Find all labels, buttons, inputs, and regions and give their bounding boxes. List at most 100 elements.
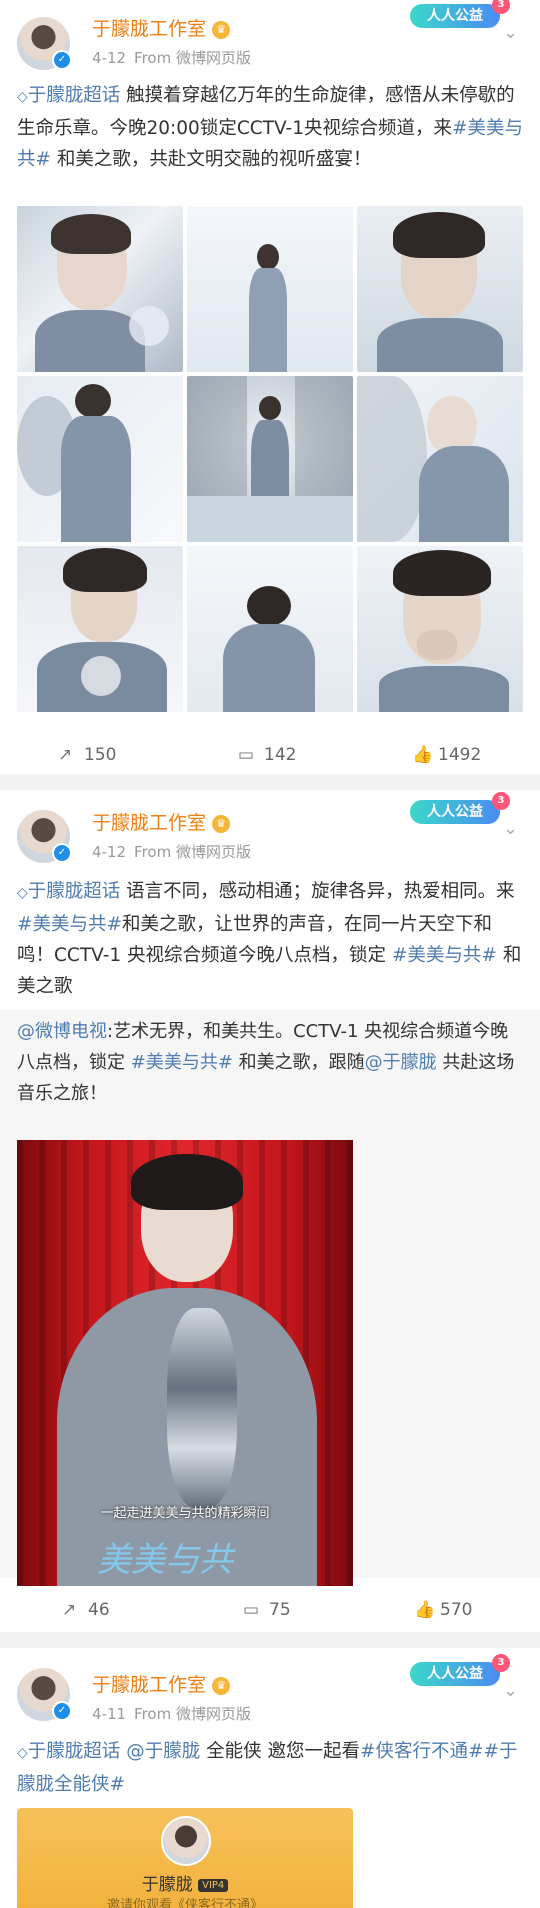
charity-badge[interactable]: 人人公益 3 xyxy=(410,0,510,28)
grid-image[interactable] xyxy=(187,376,353,542)
post-card-1: ✓ 于朦胧工作室 ♛ 4-12 From 微博网页版 人人公益 3 ⌄ ◇于朦胧超话 … xyxy=(0,0,540,774)
reposted-text: @微博电视:艺术无界，和美共生。CCTV-1 央视综合频道今晚八点档，锁定 #美… xyxy=(17,1016,525,1109)
charity-badge-dot: 3 xyxy=(492,1654,510,1672)
verified-icon: ✓ xyxy=(52,1701,72,1721)
post-text-part: 和美之歌，共赴文明交融的视听盛宴！ xyxy=(51,149,372,170)
reposted-text-part: 和美之歌，跟随 xyxy=(232,1052,365,1073)
post-text-part: 语言不同，感动相通；旋律各异，热爱相同。来 xyxy=(120,881,515,902)
chevron-down-icon[interactable]: ⌄ xyxy=(503,22,518,43)
like-button[interactable]: 👍 570 xyxy=(414,1588,472,1632)
invite-card-subtitle: 邀请你观看《侠客行不通》 xyxy=(106,1898,263,1908)
grid-image[interactable] xyxy=(357,376,523,542)
comment-button[interactable]: ▭ 75 xyxy=(243,1588,291,1632)
post-meta: 4-12 From 微博网页版 xyxy=(92,47,259,68)
like-button[interactable]: 👍 1492 xyxy=(412,733,481,777)
super-topic-link[interactable]: 于朦胧超话 xyxy=(28,881,121,902)
grid-image[interactable] xyxy=(17,206,183,372)
super-topic-icon: ◇ xyxy=(17,885,28,901)
reposted-content[interactable]: @微博电视:艺术无界，和美共生。CCTV-1 央视综合频道今晚八点档，锁定 #美… xyxy=(0,1010,540,1586)
grid-image[interactable] xyxy=(187,206,353,372)
grid-image[interactable] xyxy=(17,376,183,542)
charity-badge-dot: 3 xyxy=(492,792,510,810)
repost-count: 150 xyxy=(84,745,117,765)
super-topic-icon: ◇ xyxy=(17,1745,28,1761)
post-card-2: ✓ 于朦胧工作室 ♛ 4-12 From 微博网页版 人人公益 3 ⌄ ◇于朦胧超话 … xyxy=(0,790,540,1632)
post-date: 4-11 xyxy=(92,1705,127,1723)
comment-icon: ▭ xyxy=(238,745,255,765)
post-date: 4-12 xyxy=(92,843,127,861)
comment-count: 75 xyxy=(269,1600,291,1620)
super-topic-link[interactable]: 于朦胧超话 xyxy=(28,1741,121,1762)
post-text: ◇于朦胧超话 触摸着穿越亿万年的生命旋律，感悟从未停歇的生命乐章。今晚20:00… xyxy=(17,80,525,175)
invite-card[interactable]: 于朦胧 VIP4 邀请你观看《侠客行不通》 xyxy=(17,1808,353,1908)
charity-badge-label: 人人公益 xyxy=(427,804,483,820)
repost-author-link[interactable]: @微博电视 xyxy=(17,1021,107,1042)
repost-icon: ↗ xyxy=(58,745,73,765)
mention-link[interactable]: @于朦胧 xyxy=(126,1741,200,1762)
like-count: 1492 xyxy=(438,745,482,765)
crown-icon: ♛ xyxy=(212,1677,231,1695)
charity-badge[interactable]: 人人公益 3 xyxy=(410,1654,510,1686)
grid-image[interactable] xyxy=(357,546,523,712)
post-text-part: 全能侠 邀您一起看 xyxy=(200,1741,360,1762)
repost-icon: ↗ xyxy=(62,1600,77,1620)
grid-image[interactable] xyxy=(17,546,183,712)
charity-badge-dot: 3 xyxy=(492,0,510,14)
invite-card-name-text: 于朦胧 xyxy=(141,1875,193,1895)
like-icon: 👍 xyxy=(414,1600,436,1620)
chevron-down-icon[interactable]: ⌄ xyxy=(503,818,518,839)
like-icon: 👍 xyxy=(412,745,434,765)
author-name-text[interactable]: 于朦胧工作室 xyxy=(92,18,206,40)
grid-image[interactable] xyxy=(357,206,523,372)
vip-badge: VIP4 xyxy=(198,1879,229,1892)
avatar[interactable]: ✓ xyxy=(17,810,72,863)
comment-button[interactable]: ▭ 142 xyxy=(238,733,296,777)
avatar[interactable]: ✓ xyxy=(17,1668,72,1721)
post-text: ◇于朦胧超话 @于朦胧 全能侠 邀您一起看#侠客行不通##于朦胧全能侠# xyxy=(17,1736,525,1800)
avatar xyxy=(161,1816,211,1866)
post-text: ◇于朦胧超话 语言不同，感动相通；旋律各异，热爱相同。来#美美与共#和美之歌，让… xyxy=(17,876,525,1002)
video-thumbnail[interactable]: 一起走进美美与共的精彩瞬间 美美与共 xyxy=(17,1140,353,1586)
video-caption: 一起走进美美与共的精彩瞬间 xyxy=(100,1506,270,1521)
crown-icon: ♛ xyxy=(212,815,231,833)
author-name[interactable]: 于朦胧工作室 ♛ xyxy=(92,808,231,835)
post-source: From 微博网页版 xyxy=(134,843,251,861)
author-name[interactable]: 于朦胧工作室 ♛ xyxy=(92,1670,231,1697)
invite-card-name: 于朦胧 VIP4 xyxy=(17,1870,353,1895)
grid-image[interactable] xyxy=(187,546,353,712)
hashtag-link[interactable]: #美美与共# xyxy=(131,1052,233,1073)
crown-icon: ♛ xyxy=(212,21,231,39)
author-name-text[interactable]: 于朦胧工作室 xyxy=(92,812,206,834)
like-count: 570 xyxy=(440,1600,473,1620)
charity-badge[interactable]: 人人公益 3 xyxy=(410,792,510,824)
charity-badge-label: 人人公益 xyxy=(427,1666,483,1682)
jacket-embroidery xyxy=(167,1308,237,1508)
repost-count: 46 xyxy=(88,1600,110,1620)
avatar[interactable]: ✓ xyxy=(17,17,72,70)
repost-button[interactable]: ↗ 46 xyxy=(62,1588,110,1632)
post-source: From 微博网页版 xyxy=(134,1705,251,1723)
hashtag-link[interactable]: #美美与共# xyxy=(17,914,122,935)
comment-icon: ▭ xyxy=(243,1600,260,1620)
person-hair xyxy=(131,1154,243,1210)
super-topic-icon: ◇ xyxy=(17,89,28,105)
action-bar: ↗ 46 ▭ 75 👍 570 xyxy=(0,1588,540,1632)
post-date: 4-12 xyxy=(92,49,127,67)
comment-count: 142 xyxy=(264,745,297,765)
author-name[interactable]: 于朦胧工作室 ♛ xyxy=(92,14,231,41)
post-meta: 4-12 From 微博网页版 xyxy=(92,841,259,862)
hashtag-link[interactable]: #侠客行不通# xyxy=(360,1741,484,1762)
repost-button[interactable]: ↗ 150 xyxy=(58,733,116,777)
post-card-3: ✓ 于朦胧工作室 ♛ 4-11 From 微博网页版 人人公益 3 ⌄ ◇于朦胧超话 … xyxy=(0,1648,540,1908)
verified-icon: ✓ xyxy=(52,843,72,863)
post-source: From 微博网页版 xyxy=(134,49,251,67)
charity-badge-label: 人人公益 xyxy=(427,8,483,24)
mention-link[interactable]: @于朦胧 xyxy=(365,1052,437,1073)
post-meta: 4-11 From 微博网页版 xyxy=(92,1703,259,1724)
author-name-text[interactable]: 于朦胧工作室 xyxy=(92,1674,206,1696)
hashtag-link[interactable]: #美美与共# xyxy=(392,945,497,966)
video-logo: 美美与共 xyxy=(97,1540,233,1580)
chevron-down-icon[interactable]: ⌄ xyxy=(503,1680,518,1701)
image-grid xyxy=(17,206,527,716)
super-topic-link[interactable]: 于朦胧超话 xyxy=(28,85,121,106)
